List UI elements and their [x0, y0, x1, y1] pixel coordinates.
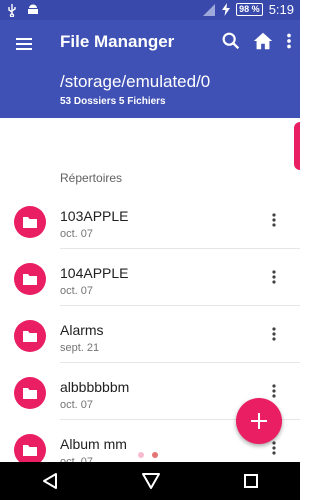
folder-name: Alarms	[60, 322, 104, 338]
more-vert-icon[interactable]	[270, 383, 278, 399]
menu-icon[interactable]	[14, 34, 34, 54]
status-bar: 98 % 5:19	[0, 0, 300, 20]
battery-percent: 98 %	[239, 4, 260, 14]
folder-date: oct. 07	[60, 285, 94, 297]
more-vert-icon[interactable]	[270, 326, 278, 342]
section-header: Répertoires	[60, 171, 123, 185]
folder-date: sept. 21	[60, 342, 100, 354]
current-path: /storage/emulated/0	[60, 72, 211, 91]
folder-icon	[14, 377, 46, 409]
search-icon[interactable]	[220, 30, 242, 52]
clock: 5:19	[268, 2, 294, 17]
folder-icon	[14, 206, 46, 238]
plus-icon	[251, 413, 267, 429]
android-icon	[28, 4, 38, 14]
home-icon[interactable]	[252, 30, 274, 52]
more-vert-icon[interactable]	[270, 269, 278, 285]
more-vert-icon[interactable]	[270, 440, 278, 456]
app-bar: File Mananger /storage/emulated/0 53 Dos…	[0, 20, 300, 118]
folder-date: oct. 07	[60, 399, 94, 411]
back-icon[interactable]	[41, 472, 59, 490]
folder-icon	[14, 320, 46, 352]
app-title: File Mananger	[60, 32, 175, 51]
more-vert-icon[interactable]	[270, 212, 278, 228]
page-dot	[138, 452, 144, 458]
folder-icon	[14, 263, 46, 295]
home-nav-icon[interactable]	[141, 471, 161, 491]
folder-name: 103APPLE	[60, 208, 129, 224]
fast-scroll-handle[interactable]	[294, 122, 300, 170]
navigation-bar	[0, 462, 300, 500]
recents-icon[interactable]	[243, 473, 259, 489]
page-indicator	[138, 452, 158, 458]
list-item[interactable]: 104APPLE oct. 07	[0, 249, 300, 306]
folder-date: oct. 07	[60, 228, 94, 240]
add-button[interactable]	[236, 398, 282, 444]
list-item[interactable]: 103APPLE oct. 07	[0, 192, 300, 249]
usb-icon	[8, 4, 16, 17]
more-vert-icon[interactable]	[284, 30, 294, 52]
folder-name: 104APPLE	[60, 265, 129, 281]
page-dot-active	[152, 452, 158, 458]
item-counts: 53 Dossiers 5 Fichiers	[60, 96, 166, 107]
folder-name: albbbbbbm	[60, 379, 130, 395]
folder-name: Album mm	[60, 436, 127, 452]
battery-indicator: 98 %	[236, 3, 263, 16]
list-item[interactable]: Alarms sept. 21	[0, 306, 300, 363]
signal-icon	[203, 3, 216, 16]
charging-icon	[222, 3, 231, 16]
